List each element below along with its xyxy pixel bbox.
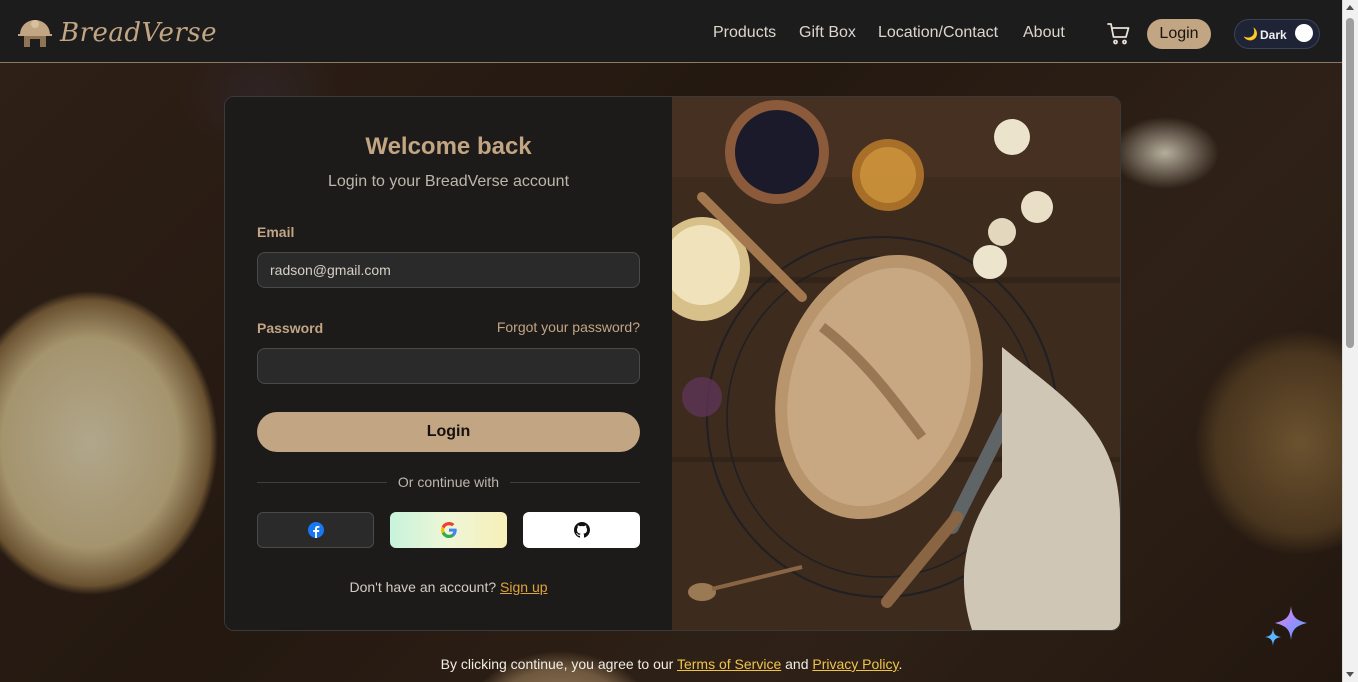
- bread-illustration: [672, 97, 1120, 630]
- terms-suffix: .: [898, 656, 903, 672]
- nav-location-contact[interactable]: Location/Contact: [878, 24, 998, 42]
- github-icon: [573, 522, 590, 538]
- terms-of-service-link[interactable]: Terms of Service: [677, 656, 781, 672]
- forgot-password-link[interactable]: Forgot your password?: [497, 319, 640, 335]
- signup-link[interactable]: Sign up: [500, 579, 547, 595]
- nav-gift-box[interactable]: Gift Box: [799, 24, 856, 42]
- cart-icon[interactable]: [1107, 22, 1131, 46]
- brand-name: BreadVerse: [60, 18, 218, 48]
- terms-and: and: [785, 656, 809, 672]
- password-label: Password: [257, 320, 324, 336]
- nav-about[interactable]: About: [1023, 24, 1065, 42]
- privacy-policy-link[interactable]: Privacy Policy: [812, 656, 898, 672]
- scroll-thumb[interactable]: [1346, 18, 1354, 348]
- terms-prefix: By clicking continue, you agree to our: [440, 656, 674, 672]
- vertical-scrollbar[interactable]: [1342, 0, 1358, 682]
- github-login-button[interactable]: [523, 512, 640, 548]
- login-form: Welcome back Login to your BreadVerse ac…: [225, 97, 672, 630]
- login-submit-button[interactable]: Login: [257, 412, 640, 452]
- bread-photo: [672, 97, 1120, 630]
- moon-icon: 🌙: [1243, 27, 1258, 41]
- password-field[interactable]: [257, 348, 640, 384]
- toggle-knob: [1295, 24, 1313, 42]
- google-icon: [440, 522, 457, 538]
- scroll-down-arrow[interactable]: [1346, 672, 1354, 677]
- google-login-button[interactable]: [390, 512, 507, 548]
- login-card: Welcome back Login to your BreadVerse ac…: [224, 96, 1121, 631]
- top-navbar: BreadVerse Products Gift Box Location/Co…: [0, 0, 1343, 63]
- scroll-up-arrow[interactable]: [1346, 5, 1354, 10]
- terms-notice: By clicking continue, you agree to our T…: [0, 656, 1343, 672]
- theme-toggle[interactable]: 🌙 Dark: [1234, 19, 1320, 49]
- brand-logo[interactable]: BreadVerse: [16, 15, 217, 51]
- header-login-button[interactable]: Login: [1147, 19, 1211, 49]
- page-subtitle: Login to your BreadVerse account: [327, 173, 570, 190]
- theme-label: Dark: [1260, 28, 1287, 42]
- sparkle-icon[interactable]: [1263, 604, 1309, 648]
- bakery-logo-icon: [18, 20, 52, 47]
- page-title: Welcome back: [365, 133, 532, 160]
- signup-row: Don't have an account? Sign up: [225, 579, 672, 595]
- facebook-icon: [307, 522, 324, 538]
- email-label: Email: [257, 224, 295, 240]
- nav-products[interactable]: Products: [713, 24, 776, 42]
- divider-right: [510, 482, 640, 483]
- facebook-login-button[interactable]: [257, 512, 374, 548]
- email-field[interactable]: [257, 252, 640, 288]
- signup-prompt: Don't have an account?: [349, 579, 497, 595]
